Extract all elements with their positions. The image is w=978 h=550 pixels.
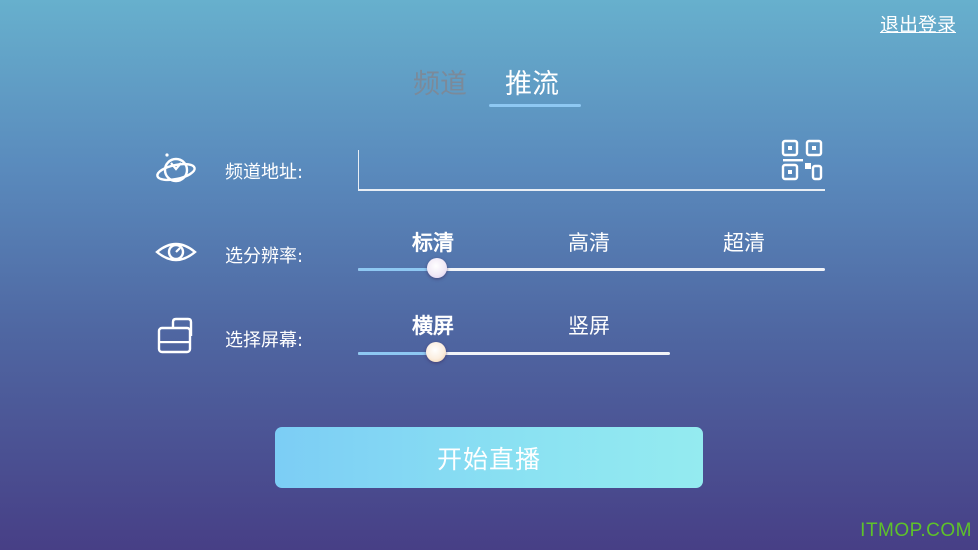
logout-link[interactable]: 退出登录: [880, 10, 956, 37]
orientation-option-landscape[interactable]: 横屏: [412, 310, 454, 340]
tab-push[interactable]: 推流: [505, 62, 559, 101]
resolution-option-hd[interactable]: 高清: [568, 227, 610, 257]
orientation-option-portrait[interactable]: 竖屏: [568, 310, 610, 340]
address-label: 频道地址:: [225, 162, 304, 183]
channel-address-input[interactable]: [358, 150, 776, 190]
watermark: ITMOP.COM: [860, 520, 972, 541]
screen-rotate-icon: [157, 317, 193, 354]
eye-icon: [155, 242, 197, 262]
orientation-slider-fill: [358, 352, 436, 355]
tab-channel[interactable]: 频道: [413, 62, 467, 101]
resolution-option-sd[interactable]: 标清: [412, 227, 454, 257]
start-live-button[interactable]: 开始直播: [275, 427, 703, 488]
tab-bar: 频道 推流: [0, 62, 978, 110]
orientation-label: 选择屏幕:: [225, 330, 304, 351]
orientation-slider-thumb[interactable]: [426, 342, 446, 362]
qr-code-icon[interactable]: [780, 138, 824, 182]
planet-icon: [156, 153, 196, 183]
address-underline: [358, 189, 825, 191]
resolution-label: 选分辨率:: [225, 246, 304, 267]
resolution-slider-thumb[interactable]: [427, 258, 447, 278]
active-tab-indicator: [489, 104, 581, 107]
resolution-option-fhd[interactable]: 超清: [723, 227, 765, 257]
resolution-slider-fill: [358, 268, 436, 271]
